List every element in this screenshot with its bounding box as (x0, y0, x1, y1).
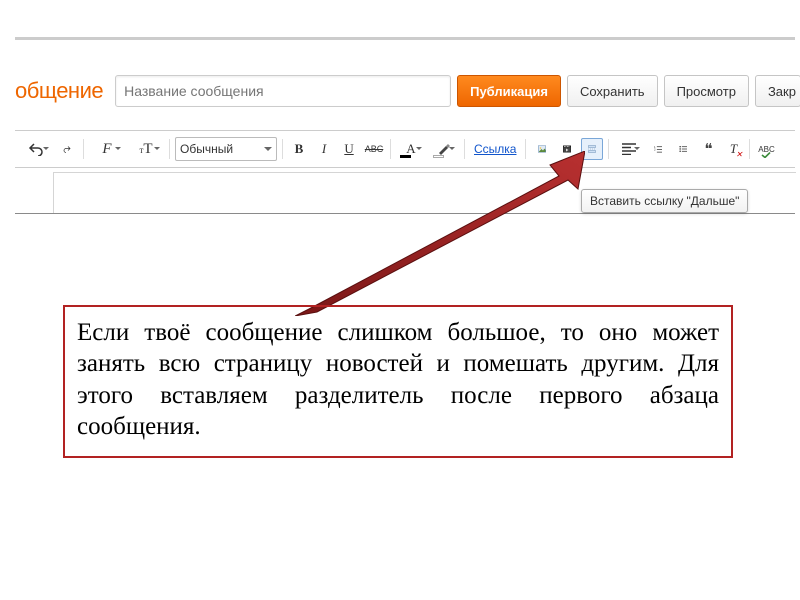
post-title-input[interactable] (115, 75, 451, 107)
italic-button[interactable]: I (313, 138, 335, 160)
header-bar: общение Публикация Сохранить Просмотр За… (15, 74, 795, 108)
editor-toolbar: F тT Обычный B I U ABC A Ссылка (15, 130, 795, 168)
undo-icon (28, 142, 44, 156)
redo-icon (63, 142, 71, 156)
svg-text:2: 2 (654, 148, 656, 152)
unordered-list-button[interactable] (672, 138, 694, 160)
toolbar-separator (749, 139, 750, 159)
save-button[interactable]: Сохранить (567, 75, 658, 107)
check-icon (761, 152, 771, 158)
jump-break-tooltip: Вставить ссылку "Дальше" (581, 189, 748, 213)
redo-button[interactable] (56, 138, 78, 160)
ordered-list-button[interactable]: 1 2 (647, 138, 669, 160)
blockquote-button[interactable]: ❝ (697, 138, 719, 160)
highlighter-icon (437, 142, 451, 156)
jump-break-icon (588, 141, 596, 157)
highlight-swatch (433, 155, 444, 158)
close-button[interactable]: Закр (755, 75, 800, 107)
toolbar-separator (390, 139, 391, 159)
undo-dropdown-button[interactable] (19, 138, 53, 160)
image-icon (538, 142, 546, 156)
unordered-list-icon (679, 143, 687, 155)
preview-button[interactable]: Просмотр (664, 75, 749, 107)
toolbar-separator (169, 139, 170, 159)
page-title: общение (15, 78, 103, 104)
style-select-value: Обычный (180, 142, 233, 156)
font-family-button[interactable]: F (89, 138, 125, 160)
insert-video-button[interactable] (556, 138, 578, 160)
highlight-color-button[interactable] (429, 138, 459, 160)
insert-image-button[interactable] (531, 138, 553, 160)
remove-x-icon: ✕ (736, 151, 743, 159)
remove-formatting-button[interactable]: T ✕ (722, 138, 744, 160)
insert-jump-break-button[interactable] (581, 138, 603, 160)
toolbar-separator (83, 139, 84, 159)
text-color-swatch (400, 155, 411, 158)
toolbar-separator (608, 139, 609, 159)
underline-button[interactable]: U (338, 138, 360, 160)
text-color-button[interactable]: A (396, 138, 426, 160)
toolbar-separator (525, 139, 526, 159)
editor-divider (15, 213, 795, 214)
strikethrough-button[interactable]: ABC (363, 138, 385, 160)
toolbar-separator (282, 139, 283, 159)
bold-button[interactable]: B (288, 138, 310, 160)
align-left-icon (622, 143, 636, 155)
toolbar-separator (464, 139, 465, 159)
paragraph-style-select[interactable]: Обычный (175, 137, 277, 161)
insert-link-button[interactable]: Ссылка (470, 142, 520, 156)
ordered-list-icon: 1 2 (654, 143, 662, 155)
spellcheck-button[interactable]: ABC (755, 138, 777, 160)
publish-button[interactable]: Публикация (457, 75, 561, 107)
font-size-button[interactable]: тT (128, 138, 164, 160)
video-icon (563, 142, 571, 156)
top-divider (15, 37, 795, 40)
align-button[interactable] (614, 138, 644, 160)
instruction-annotation: Если твоё сообщение слишком большое, то … (63, 305, 733, 458)
